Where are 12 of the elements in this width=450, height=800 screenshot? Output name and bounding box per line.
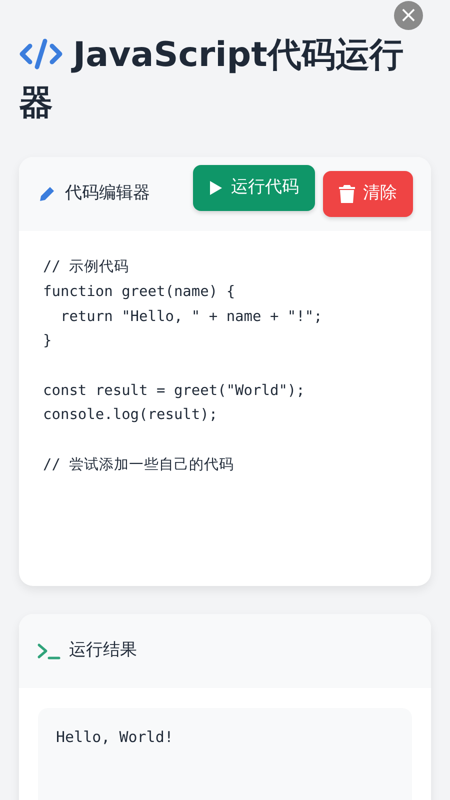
- close-button[interactable]: ×: [394, 1, 423, 30]
- clear-button[interactable]: 清除: [323, 171, 413, 218]
- run-button[interactable]: 运行代码: [193, 165, 315, 212]
- output-title: 运行结果: [69, 639, 137, 662]
- trash-icon: [339, 185, 355, 204]
- play-icon: [209, 180, 223, 196]
- code-editor[interactable]: // 示例代码 function greet(name) { return "Hello, " + name + "!"; } const result = greet("World"); console.log(result); // 尝试添加一些自己的代码: [19, 231, 431, 586]
- page-title: JavaScript代码运行器: [19, 34, 404, 125]
- code-icon: [19, 38, 63, 70]
- editor-title: 代码编辑器: [65, 182, 150, 206]
- output-text: Hello, World!: [56, 727, 174, 748]
- terminal-icon: [37, 642, 61, 660]
